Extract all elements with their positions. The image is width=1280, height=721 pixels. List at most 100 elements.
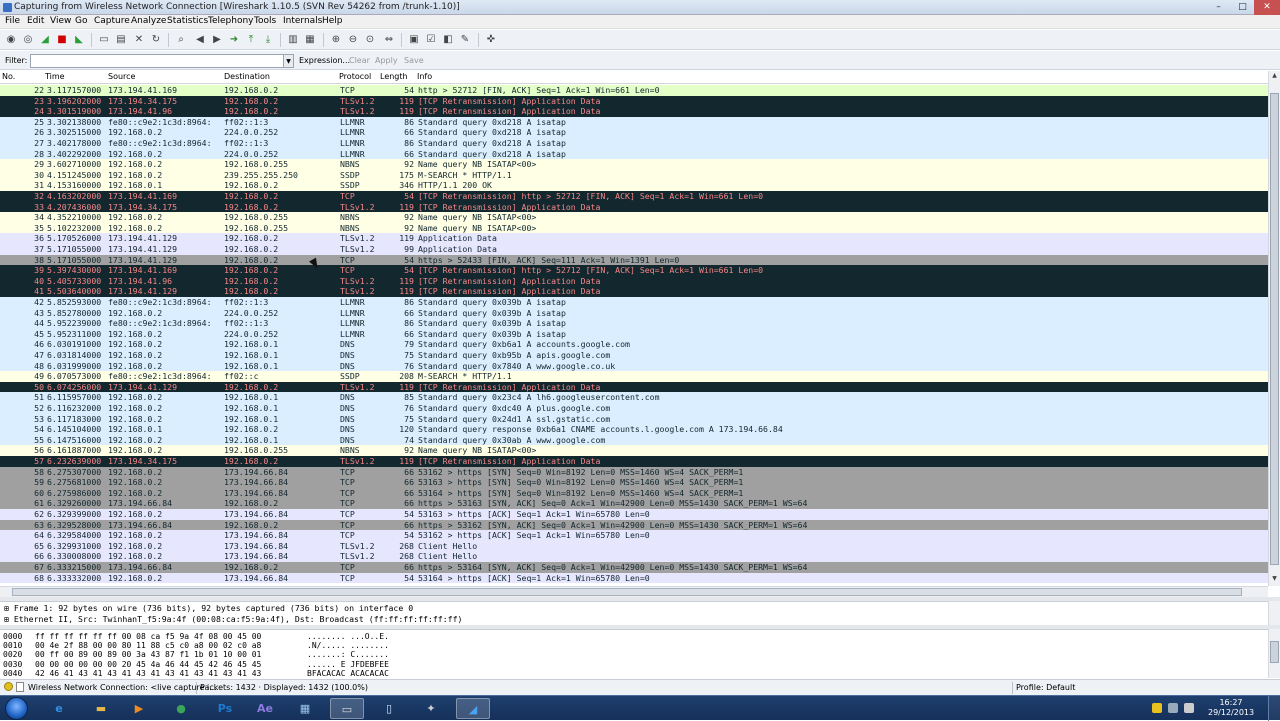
packet-row[interactable]: 63 6.329528000 173.194.66.84 192.168.0.2 TCP… — [0, 519, 1268, 531]
packet-row[interactable]: 61 6.329260000 173.194.66.84 192.168.0.2 TCP… — [0, 498, 1268, 509]
network-app-icon[interactable]: ▦ — [288, 698, 322, 719]
packet-row[interactable]: 44 5.952239000 fe80::c9e2:1c3d:8964: ff02::… — [0, 318, 1268, 329]
packet-row[interactable]: 23 3.196202000 173.194.34.175 192.168.0.2 TL… — [0, 95, 1268, 107]
network-tool-icon[interactable]: ✦ — [414, 698, 448, 719]
detail-tree-item[interactable]: ⊞ Frame 1: 92 bytes on wire (736 bits), … — [4, 603, 413, 614]
menu-telephony[interactable]: Telephony — [208, 16, 254, 26]
column-header-info[interactable]: Info — [417, 72, 432, 81]
menu-go[interactable]: Go — [75, 16, 87, 26]
packet-row[interactable]: 26 3.302515000 192.168.0.2 224.0.0.252 LLMNR… — [0, 127, 1268, 138]
find-packet-icon[interactable]: ⌕ — [174, 33, 188, 47]
save-file-icon[interactable]: ▤ — [114, 33, 128, 47]
packet-row[interactable]: 22 3.117157000 173.194.41.169 192.168.0.2 TC… — [0, 85, 1268, 96]
packet-row[interactable]: 29 3.602710000 192.168.0.2 192.168.0.255 NBN… — [0, 159, 1268, 170]
zoom-out-icon[interactable]: ⊖ — [346, 33, 360, 47]
menu-statistics[interactable]: Statistics — [167, 16, 208, 26]
packet-row[interactable]: 52 6.116232000 192.168.0.2 192.168.0.1 DNS 76… — [0, 403, 1268, 414]
scroll-up-icon[interactable]: ▲ — [1269, 71, 1280, 81]
menu-tools[interactable]: Tools — [254, 16, 276, 26]
packet-row[interactable]: 53 6.117183000 192.168.0.2 192.168.0.1 DNS 75… — [0, 413, 1268, 425]
start-capture-icon[interactable]: ◢ — [38, 33, 52, 47]
photoshop-icon[interactable]: Ps — [208, 698, 242, 719]
packet-row[interactable]: 48 6.031999000 192.168.0.2 192.168.0.1 DNS 76… — [0, 360, 1268, 372]
column-header-destination[interactable]: Destination — [224, 72, 270, 81]
scroll-thumb[interactable] — [1270, 93, 1279, 565]
column-header-time[interactable]: Time — [45, 72, 65, 81]
packet-row[interactable]: 59 6.275681000 192.168.0.2 173.194.66.84 TCP… — [0, 477, 1268, 488]
menu-help[interactable]: Help — [322, 16, 343, 26]
packet-row[interactable]: 34 4.352210000 192.168.0.2 192.168.0.255 NBN… — [0, 212, 1268, 223]
expression-button[interactable]: Expression... — [299, 56, 350, 65]
windows-start-icon[interactable] — [5, 697, 28, 720]
packet-row[interactable]: 58 6.275307000 192.168.0.2 173.194.66.84 TCP… — [0, 466, 1268, 478]
packet-row[interactable]: 68 6.333332000 192.168.0.2 173.194.66.84 TCP… — [0, 572, 1268, 584]
windows-explorer-icon[interactable]: ▬ — [84, 698, 118, 719]
packet-list-hscrollbar[interactable] — [0, 586, 1268, 597]
packet-row[interactable]: 56 6.161887000 192.168.0.2 192.168.0.255 NBN… — [0, 445, 1268, 456]
capture-filters-icon[interactable]: ▣ — [407, 33, 421, 47]
last-packet-icon[interactable]: ⤓ — [261, 33, 275, 47]
preferences-icon[interactable]: ✎ — [458, 33, 472, 47]
menu-internals[interactable]: Internals — [283, 16, 322, 26]
menu-view[interactable]: View — [50, 16, 71, 26]
column-header-length[interactable]: Length — [380, 72, 408, 81]
packet-row[interactable]: 37 5.171055000 173.194.41.129 192.168.0.2 TL… — [0, 244, 1268, 255]
packet-row[interactable]: 43 5.852780000 192.168.0.2 224.0.0.252 LLMNR… — [0, 307, 1268, 319]
go-to-packet-icon[interactable]: ➜ — [227, 33, 241, 47]
packet-row[interactable]: 24 3.301519000 173.194.41.96 192.168.0.2 TLS… — [0, 106, 1268, 117]
column-header-source[interactable]: Source — [108, 72, 135, 81]
packet-row[interactable]: 32 4.163202000 173.194.41.169 192.168.0.2 TC… — [0, 191, 1268, 202]
media-player-icon[interactable]: ▶ — [122, 698, 156, 719]
packet-row[interactable]: 55 6.147516000 192.168.0.2 192.168.0.1 DNS 74… — [0, 434, 1268, 446]
packet-row[interactable]: 66 6.330008000 192.168.0.2 173.194.66.84 TLS… — [0, 551, 1268, 562]
hscroll-thumb[interactable] — [12, 588, 1242, 596]
first-packet-icon[interactable]: ⤒ — [244, 33, 258, 47]
packet-row[interactable]: 39 5.397430000 173.194.41.169 192.168.0.2 TC… — [0, 265, 1268, 276]
options-icon[interactable]: ◎ — [21, 33, 35, 47]
go-back-icon[interactable]: ◀ — [193, 33, 207, 47]
packet-row[interactable]: 36 5.170526000 173.194.41.129 192.168.0.2 TL… — [0, 233, 1268, 244]
packet-row[interactable]: 51 6.115957000 192.168.0.2 192.168.0.1 DNS 85… — [0, 392, 1268, 403]
packet-row[interactable]: 38 5.171055000 173.194.41.129 192.168.0.2 TC… — [0, 254, 1268, 266]
command-prompt-icon[interactable]: ▭ — [330, 698, 364, 719]
interfaces-icon[interactable]: ◉ — [4, 33, 18, 47]
packet-row[interactable]: 49 6.070573000 fe80::c9e2:1c3d:8964: ff02::… — [0, 371, 1268, 382]
scroll-down-icon[interactable]: ▼ — [1269, 574, 1280, 584]
expand-icon[interactable]: ⊞ — [4, 614, 9, 624]
detail-tree-item[interactable]: ⊞ Ethernet II, Src: TwinhanT_f5:9a:4f (0… — [4, 614, 462, 625]
menu-edit[interactable]: Edit — [27, 16, 44, 26]
column-header-protocol[interactable]: Protocol — [339, 72, 371, 81]
go-forward-icon[interactable]: ▶ — [210, 33, 224, 47]
stop-capture-icon[interactable]: ■ — [55, 33, 69, 47]
packet-row[interactable]: 35 5.102232000 192.168.0.2 192.168.0.255 NBN… — [0, 222, 1268, 234]
colorize-icon[interactable]: ▥ — [286, 33, 300, 47]
packet-row[interactable]: 42 5.852593000 fe80::c9e2:1c3d:8964: ff02::… — [0, 297, 1268, 308]
packet-row[interactable]: 50 6.074256000 173.194.41.129 192.168.0.2 TL… — [0, 381, 1268, 393]
packet-row[interactable]: 40 5.405733000 173.194.41.96 192.168.0.2 TLS… — [0, 275, 1268, 287]
packet-row[interactable]: 25 3.302138000 fe80::c9e2:1c3d:8964: ff02::… — [0, 116, 1268, 128]
packet-row[interactable]: 33 4.207436000 173.194.34.175 192.168.0.2 TL… — [0, 201, 1268, 213]
packet-row[interactable]: 60 6.275986000 192.168.0.2 173.194.66.84 TCP… — [0, 487, 1268, 499]
close-file-icon[interactable]: ✕ — [132, 33, 146, 47]
packet-row[interactable]: 41 5.503640000 173.194.41.129 192.168.0.2 TL… — [0, 286, 1268, 297]
resize-columns-icon[interactable]: ⇔ — [382, 33, 396, 47]
display-filters-icon[interactable]: ☑ — [424, 33, 438, 47]
show-desktop-button[interactable] — [1268, 696, 1280, 721]
wireshark-icon[interactable]: ◢ — [456, 698, 490, 719]
expand-icon[interactable]: ⊞ — [4, 603, 9, 613]
internet-explorer-icon[interactable]: e — [42, 698, 76, 719]
details-scrollbar[interactable] — [1268, 601, 1280, 625]
filter-dropdown-button[interactable]: ▼ — [284, 54, 294, 68]
packet-row[interactable]: 47 6.031814000 192.168.0.2 192.168.0.1 DNS 75… — [0, 350, 1268, 361]
tray-volume-icon[interactable] — [1184, 703, 1194, 713]
normal-size-icon[interactable]: ⊙ — [363, 33, 377, 47]
packet-row[interactable]: 67 6.333215000 173.194.66.84 192.168.0.2 TCP… — [0, 562, 1268, 573]
close-button[interactable]: ✕ — [1254, 0, 1280, 15]
apply-button[interactable]: Apply — [375, 56, 398, 65]
packet-row[interactable]: 30 4.151245000 192.168.0.2 239.255.255.250 S… — [0, 169, 1268, 181]
bytes-scroll-thumb[interactable] — [1270, 641, 1279, 663]
bytes-scrollbar[interactable] — [1268, 629, 1280, 678]
status-profile[interactable]: Profile: Default — [1016, 683, 1075, 692]
packet-row[interactable]: 46 6.030191000 192.168.0.2 192.168.0.1 DNS 79… — [0, 339, 1268, 350]
tray-notification-icon[interactable] — [1152, 703, 1162, 713]
